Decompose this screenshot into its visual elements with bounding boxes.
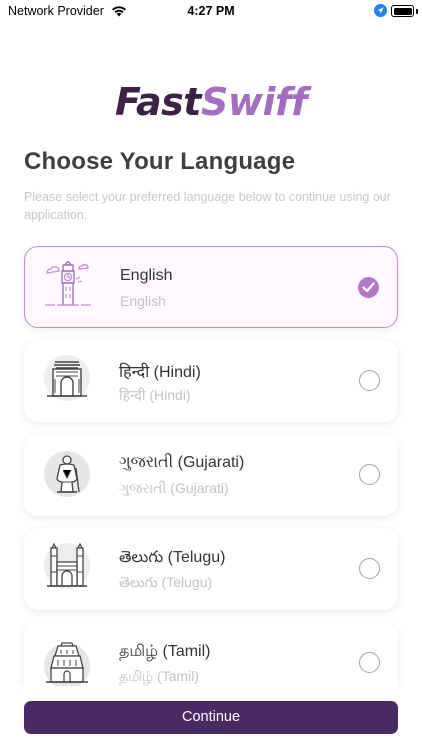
language-option-gujarati[interactable]: ગુજરાતી (Gujarati) ગુજરાતી (Gujarati) (24, 434, 398, 516)
battery-cap (416, 9, 418, 14)
charminar-icon (42, 542, 92, 594)
india-gate-icon (42, 354, 92, 406)
page-subtitle: Please select your preferred language be… (24, 190, 391, 222)
radio-button[interactable] (359, 370, 380, 391)
language-option-hindi[interactable]: हिन्दी (Hindi) हिन्दी (Hindi) (24, 340, 398, 422)
language-native-name: English (120, 293, 166, 309)
status-bar: Network Provider 4:27 PM (0, 0, 422, 22)
continue-button[interactable]: Continue (24, 701, 398, 734)
location-icon (374, 4, 387, 17)
language-native-name: తెలుగు (Telugu) (119, 574, 213, 590)
language-list[interactable]: English English हिन्दी (Hindi) हिन्दी (H… (0, 238, 422, 686)
language-option-tamil[interactable]: தமிழ் (Tamil) தமிழ் (Tamil) (24, 622, 398, 686)
radio-button[interactable] (359, 464, 380, 485)
radio-button[interactable] (359, 558, 380, 579)
page-title: Choose Your Language (24, 148, 296, 175)
language-name: English (120, 267, 173, 284)
logo-text-swiff: Swiff (200, 80, 308, 124)
language-native-name: हिन्दी (Hindi) (119, 387, 191, 403)
clock: 4:27 PM (187, 4, 235, 18)
checkmark-icon[interactable] (358, 277, 379, 298)
logo-text-fast: Fast (114, 80, 202, 124)
language-option-english[interactable]: English English (24, 246, 398, 328)
language-name: हिन्दी (Hindi) (119, 364, 201, 381)
radio-button[interactable] (359, 652, 380, 673)
statue-icon (42, 448, 92, 500)
language-native-name: ગુજરાતી (Gujarati) (119, 480, 229, 496)
language-name: ગુજરાતી (Gujarati) (119, 454, 245, 471)
language-native-name: தமிழ் (Tamil) (119, 668, 200, 684)
big-ben-icon (43, 259, 93, 313)
app-logo: FastSwiff (0, 80, 422, 124)
language-name: தமிழ் (Tamil) (119, 643, 211, 660)
language-option-telugu[interactable]: తెలుగు (Telugu) తెలుగు (Telugu) (24, 528, 398, 610)
battery-icon (391, 5, 414, 17)
temple-icon (42, 636, 92, 686)
language-name: తెలుగు (Telugu) (119, 549, 226, 566)
